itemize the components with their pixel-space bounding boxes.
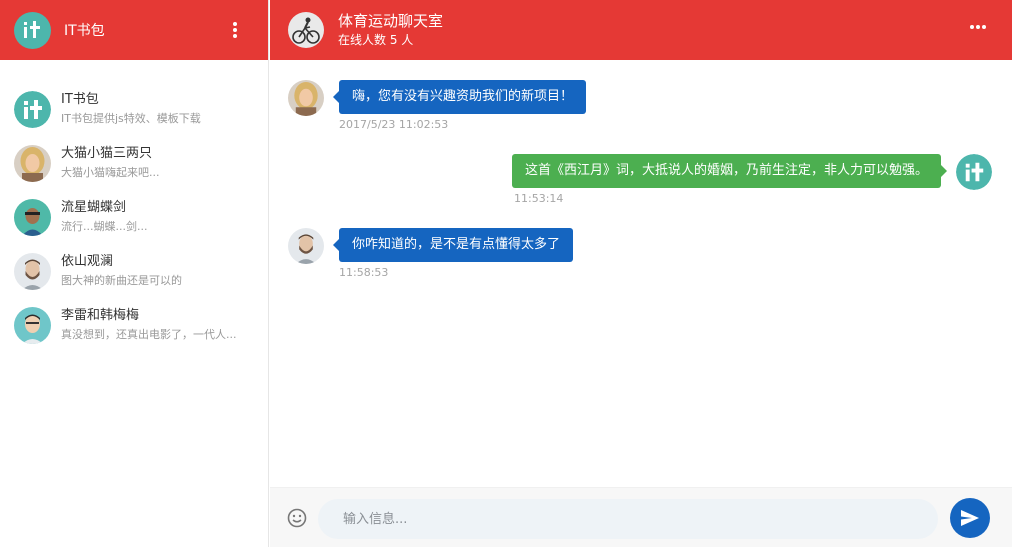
chat-panel: 体育运动聊天室 在线人数 5 人 嗨，您有没有兴趣资助我们的新项目！ 2017/… bbox=[270, 0, 1012, 547]
message-item: 你咋知道的，是不是有点懂得太多了 11:58:53 bbox=[288, 228, 988, 288]
horizontal-dots-icon[interactable] bbox=[970, 24, 986, 30]
room-avatar bbox=[288, 12, 324, 48]
contact-preview: IT书包提供js特效、模板下载 bbox=[61, 112, 201, 125]
contact-item-itbag[interactable]: IT书包 IT书包提供js特效、模板下载 bbox=[0, 82, 268, 136]
avatar-lilei bbox=[14, 306, 51, 344]
contact-item-damao[interactable]: 大猫小猫三两只 大猫小猫嗨起来吧... bbox=[0, 136, 268, 190]
input-bar bbox=[270, 487, 1012, 547]
contact-list: IT书包 IT书包提供js特效、模板下载 大猫小猫三两只 大猫小猫嗨起来吧...… bbox=[0, 60, 268, 352]
contact-name: IT书包 bbox=[61, 92, 99, 107]
contact-item-lilei[interactable]: 李雷和韩梅梅 真没想到，还真出电影了，一代人... bbox=[0, 298, 268, 352]
smiley-icon[interactable] bbox=[287, 508, 307, 528]
avatar-yishan bbox=[288, 228, 324, 264]
avatar-damao bbox=[288, 80, 324, 116]
contact-name: 李雷和韩梅梅 bbox=[61, 308, 140, 323]
contact-item-liuxing[interactable]: 流星蝴蝶剑 流行...蝴蝶...剑... bbox=[0, 190, 268, 244]
sidebar-header: IT书包 bbox=[0, 0, 268, 60]
message-time: 11:58:53 bbox=[339, 266, 389, 279]
contact-item-yishan[interactable]: 依山观澜 图大神的新曲还是可以的 bbox=[0, 244, 268, 298]
contact-name: 大猫小猫三两只 bbox=[61, 146, 153, 161]
vertical-dots-icon[interactable] bbox=[230, 20, 240, 40]
chat-header: 体育运动聊天室 在线人数 5 人 bbox=[270, 0, 1012, 60]
message-item: 嗨，您有没有兴趣资助我们的新项目！ 2017/5/23 11:02:53 bbox=[288, 80, 988, 140]
message-input[interactable] bbox=[318, 499, 938, 539]
online-count: 在线人数 5 人 bbox=[338, 33, 414, 47]
paper-plane-icon bbox=[961, 510, 979, 526]
message-bubble: 嗨，您有没有兴趣资助我们的新项目！ bbox=[332, 80, 587, 114]
itbag-logo-icon bbox=[14, 11, 51, 49]
contact-preview: 真没想到，还真出电影了，一代人... bbox=[61, 328, 237, 341]
contact-preview: 图大神的新曲还是可以的 bbox=[61, 274, 182, 287]
sidebar: IT书包 IT书包 IT书包提供js特效、模板下载 大猫小猫三两只 大猫小猫嗨起… bbox=[0, 0, 269, 547]
contact-preview: 流行...蝴蝶...剑... bbox=[61, 220, 148, 233]
avatar-liuxing bbox=[14, 198, 51, 236]
avatar-itbag bbox=[956, 154, 992, 190]
contact-name: 依山观澜 bbox=[61, 254, 114, 269]
avatar-yishan bbox=[14, 252, 51, 290]
contact-preview: 大猫小猫嗨起来吧... bbox=[61, 166, 160, 179]
room-title: 体育运动聊天室 bbox=[338, 12, 444, 30]
message-item: 这首《西江月》词，大抵说人的婚姻，乃前生注定，非人力可以勉强。 11:53:14 bbox=[270, 154, 1012, 214]
brand-title: IT书包 bbox=[64, 23, 105, 39]
message-time: 11:53:14 bbox=[514, 192, 564, 205]
message-bubble: 你咋知道的，是不是有点懂得太多了 bbox=[332, 228, 574, 262]
message-time: 2017/5/23 11:02:53 bbox=[339, 118, 449, 131]
contact-name: 流星蝴蝶剑 bbox=[61, 200, 127, 215]
message-bubble: 这首《西江月》词，大抵说人的婚姻，乃前生注定，非人力可以勉强。 bbox=[511, 154, 948, 188]
message-list: 嗨，您有没有兴趣资助我们的新项目！ 2017/5/23 11:02:53 这首《… bbox=[270, 60, 1012, 487]
avatar-itbag bbox=[14, 90, 51, 128]
send-button[interactable] bbox=[950, 498, 990, 538]
avatar-damao bbox=[14, 144, 51, 182]
